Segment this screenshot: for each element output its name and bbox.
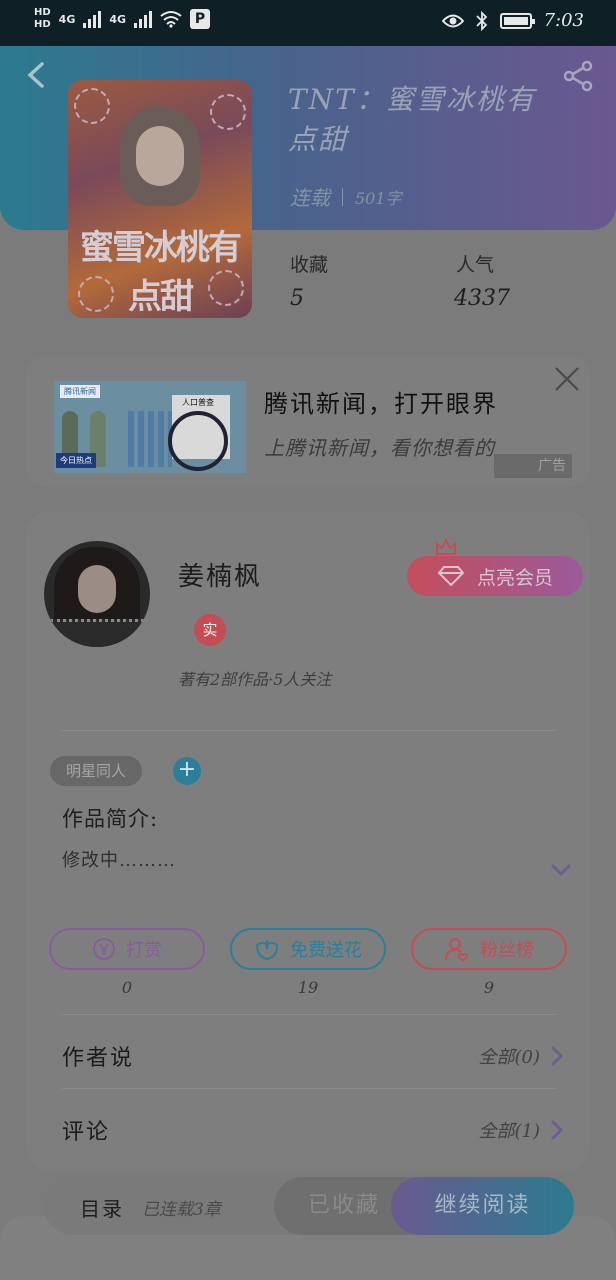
fans-rank-label: 粉丝榜 [480,940,534,961]
tip-button[interactable]: 打赏 [49,928,205,970]
author-stats: 著有2部作品·5人关注 [178,670,332,689]
intro-text: 修改中……… [62,850,176,871]
meta-divider [342,187,343,206]
tip-label: 打赏 [126,940,162,961]
share-icon[interactable] [562,60,594,92]
user-heart-icon [445,938,469,962]
ad-image: 腾讯新闻 人口普查 今日热点 [54,381,246,473]
flower-icon [255,940,279,961]
ad-crowd [128,411,172,467]
author-says-count: 全部(0) [478,1047,541,1068]
book-status: 连载 [290,186,330,210]
ad-tag: 今日热点 [56,453,96,468]
add-tag-button[interactable]: + [173,757,201,785]
clock: 7:03 [543,10,584,31]
avatar-face [78,565,116,613]
hd1-label: HD [34,7,51,18]
signal-icon [83,10,102,28]
net1-label: 4G [58,12,76,26]
fans-count: 9 [483,978,495,997]
ad-title[interactable]: 腾讯新闻，打开眼界 [264,384,498,419]
close-icon[interactable] [554,366,580,392]
comments-more[interactable]: 全部(1) [479,1117,565,1143]
comments-title[interactable]: 评论 [62,1114,110,1146]
book-meta: 连载 501字 [290,182,402,211]
toc-button[interactable]: 目录 [80,1193,124,1222]
avatar[interactable] [44,541,150,647]
snowflake-decoration [210,94,246,130]
back-icon[interactable] [22,60,52,90]
ad-description: 上腾讯新闻，看你想看的 [264,436,495,460]
ad-badge: 广告 [494,454,572,478]
hd2-label: HD [34,19,51,30]
yen-icon [93,938,115,960]
parking-app-icon: P [190,9,211,29]
net2-label: 4G [109,12,127,26]
chevron-right-icon [551,1046,564,1066]
word-count: 501字 [355,188,402,208]
signal-icon-2 [134,10,153,28]
magnifier-icon [168,411,228,471]
wifi-icon [160,11,182,28]
ad-doc-title: 人口普查 [182,398,214,407]
fans-rank-button[interactable]: 粉丝榜 [411,928,567,970]
tag-pill[interactable]: 明星同人 [50,756,142,786]
chevron-right-icon [551,1120,564,1140]
favorites-label: 收藏 [290,254,329,276]
author-name[interactable]: 姜楠枫 [178,556,262,593]
comments-count: 全部(1) [478,1121,541,1142]
popularity-value: 4337 [454,286,510,311]
divider [62,1088,556,1089]
status-right: 7:03 [441,10,584,31]
book-title: TNT：蜜雪冰桃有点甜 [288,83,536,156]
cover-face [136,126,184,186]
flower-count: 19 [297,978,319,997]
snowflake-decoration [74,88,110,124]
favorites-value: 5 [290,286,304,311]
eye-icon [441,14,464,27]
verified-badge: 实 [194,614,226,646]
battery-icon [499,12,535,29]
ad-logo: 腾讯新闻 [60,385,100,398]
vip-button-label: 点亮会员 [476,566,553,589]
intro-label: 作品简介: [62,807,159,831]
divider [62,1014,556,1015]
cover-title: 蜜雪冰桃有点甜 [80,228,242,317]
crown-icon [436,538,456,555]
status-left: HD HD 4G 4G P [34,7,211,31]
bluetooth-icon [475,10,487,31]
divider [62,730,556,731]
tip-count: 0 [121,978,133,997]
status-bar: HD HD 4G 4G P 7:03 [0,0,616,46]
flower-label: 免费送花 [290,940,362,961]
hd-indicator: HD HD [34,7,51,31]
diamond-icon [437,566,465,587]
book-cover[interactable]: 蜜雪冰桃有点甜 [68,80,252,318]
popularity-label: 人气 [456,254,495,276]
flower-button[interactable]: 免费送花 [230,928,386,970]
toc-chapters: 已连载3章 [142,1200,221,1220]
chevron-down-icon[interactable] [550,862,572,878]
author-says-title[interactable]: 作者说 [62,1040,134,1072]
vip-button[interactable]: 点亮会员 [407,556,583,596]
author-says-more[interactable]: 全部(0) [479,1043,565,1069]
continue-reading-button[interactable]: 继续阅读 [391,1177,574,1235]
avatar-coat [50,619,144,647]
